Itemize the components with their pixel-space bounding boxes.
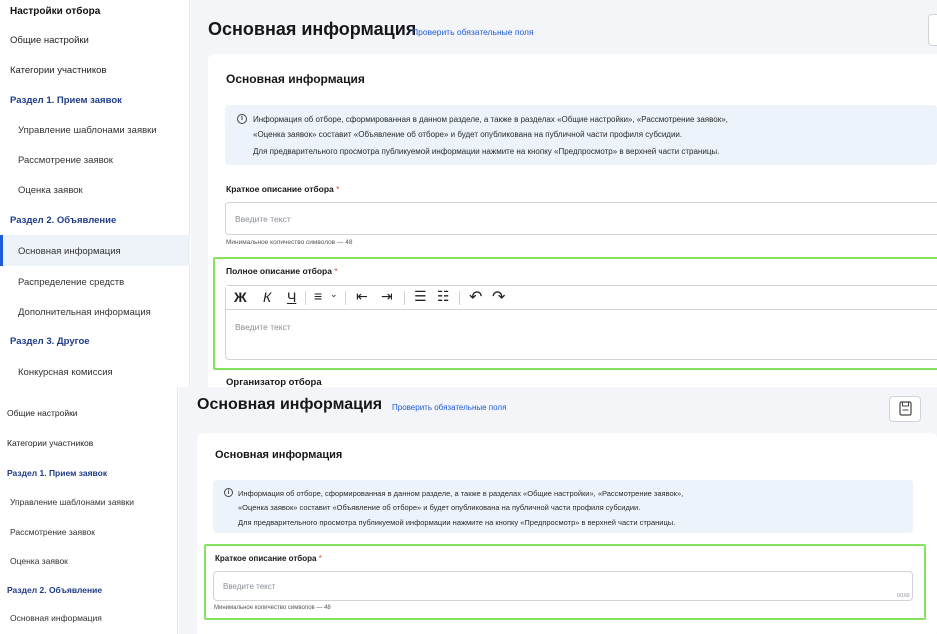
sidebar-item-additional-info[interactable]: Дополнительная информация bbox=[18, 307, 151, 318]
required-mark: * bbox=[336, 184, 340, 194]
save-button[interactable] bbox=[889, 396, 921, 422]
sidebar-item-evaluation[interactable]: Оценка заявок bbox=[18, 185, 83, 196]
bottom-screen: Общие настройки Категории участников Раз… bbox=[0, 387, 937, 634]
short-description-placeholder: Введите текст bbox=[223, 582, 276, 591]
sidebar-item-participant-categories[interactable]: Категории участников bbox=[10, 65, 106, 76]
card-title: Основная информация bbox=[215, 449, 343, 461]
short-description-label-text: Краткое описание отбора bbox=[215, 554, 317, 563]
sidebar-item-review[interactable]: Рассмотрение заявок bbox=[10, 527, 95, 537]
organizer-label: Организатор отбора bbox=[226, 377, 322, 387]
underline-button[interactable]: Ч bbox=[287, 289, 296, 305]
outdent-icon[interactable]: ⇤ bbox=[356, 288, 368, 305]
character-counter: 0/160 bbox=[897, 593, 910, 599]
toolbar-separator bbox=[459, 291, 460, 305]
top-screen: Настройки отбора Общие настройки Категор… bbox=[0, 0, 937, 387]
short-description-input[interactable] bbox=[225, 202, 937, 235]
bullet-list-icon[interactable]: ☰ bbox=[414, 288, 427, 305]
redo-icon[interactable]: ↷ bbox=[492, 287, 505, 307]
short-description-input[interactable] bbox=[213, 571, 913, 601]
sidebar-item-main-info[interactable]: Основная информация bbox=[10, 613, 102, 623]
full-description-label: Полное описание отбора * bbox=[226, 266, 338, 276]
sidebar: Общие настройки Категории участников Раз… bbox=[0, 387, 178, 634]
toolbar-separator bbox=[305, 291, 306, 305]
short-description-label: Краткое описание отбора * bbox=[226, 184, 339, 194]
info-icon: i bbox=[224, 488, 233, 497]
info-text-line-2: «Оценка заявок» составит «Объявление об … bbox=[253, 130, 683, 139]
info-text-line-1: Информация об отборе, сформированная в д… bbox=[238, 489, 684, 498]
toolbar-separator bbox=[404, 291, 405, 305]
undo-icon[interactable]: ↶ bbox=[469, 287, 482, 307]
sidebar-item-fund-distribution[interactable]: Распределение средств bbox=[18, 277, 124, 288]
card-title: Основная информация bbox=[226, 72, 365, 86]
sidebar-item-template-management[interactable]: Управление шаблонами заявки bbox=[18, 125, 157, 136]
sidebar-item-template-management[interactable]: Управление шаблонами заявки bbox=[10, 497, 134, 507]
sidebar-header: Настройки отбора bbox=[10, 6, 101, 17]
sidebar-section-3: Раздел 3. Другое bbox=[10, 336, 90, 347]
toolbar-separator bbox=[345, 291, 346, 305]
full-description-label-text: Полное описание отбора bbox=[226, 266, 332, 276]
sidebar-section-2: Раздел 2. Объявление bbox=[7, 585, 103, 595]
sidebar-item-general-settings[interactable]: Общие настройки bbox=[7, 408, 78, 418]
sidebar-item-review[interactable]: Рассмотрение заявок bbox=[18, 155, 113, 166]
sidebar-section-1: Раздел 1. Прием заявок bbox=[10, 95, 122, 106]
info-text-line-2: «Оценка заявок» составит «Объявление об … bbox=[238, 503, 641, 512]
required-mark: * bbox=[318, 554, 322, 563]
italic-button[interactable]: К bbox=[263, 289, 271, 305]
short-description-hint: Минимальное количество символов — 48 bbox=[226, 239, 353, 246]
sidebar-item-commission[interactable]: Конкурсная комиссия bbox=[18, 367, 113, 378]
info-text-line-3: Для предварительного просмотра публикуем… bbox=[238, 518, 676, 527]
sidebar-item-participant-categories[interactable]: Категории участников bbox=[7, 438, 93, 448]
full-description-placeholder: Введите текст bbox=[235, 322, 291, 332]
short-description-label-text: Краткое описание отбора bbox=[226, 184, 334, 194]
check-required-fields-link[interactable]: Проверить обязательные поля bbox=[392, 403, 506, 412]
align-icon[interactable]: ≡ bbox=[314, 288, 322, 304]
info-text-line-1: Информация об отборе, сформированная в д… bbox=[253, 115, 728, 124]
indent-icon[interactable]: ⇥ bbox=[381, 288, 393, 305]
check-required-fields-link[interactable]: Проверить обязательные поля bbox=[412, 27, 534, 37]
sidebar-item-evaluation[interactable]: Оценка заявок bbox=[10, 556, 68, 566]
info-icon: i bbox=[237, 114, 247, 124]
short-description-placeholder: Введите текст bbox=[235, 214, 291, 224]
info-text-line-3: Для предварительного просмотра публикуем… bbox=[253, 147, 720, 156]
rich-text-toolbar: Ж К Ч ≡ ⌄ ⇤ ⇥ ☰ ☷ ↶ ↷ bbox=[226, 286, 937, 310]
required-mark: * bbox=[334, 266, 338, 276]
chevron-down-icon[interactable]: ⌄ bbox=[330, 289, 338, 300]
short-description-label: Краткое описание отбора * bbox=[215, 554, 322, 563]
save-button[interactable] bbox=[928, 14, 937, 46]
short-description-hint: Минимальное количество символов — 48 bbox=[214, 605, 331, 611]
sidebar-section-1: Раздел 1. Прием заявок bbox=[7, 468, 108, 478]
page-title: Основная информация bbox=[208, 19, 417, 39]
sidebar-section-2: Раздел 2. Объявление bbox=[10, 215, 117, 226]
sidebar-item-main-info[interactable]: Основная информация bbox=[18, 246, 121, 257]
save-icon bbox=[899, 401, 912, 416]
sidebar-item-general-settings[interactable]: Общие настройки bbox=[10, 35, 89, 46]
sidebar: Настройки отбора Общие настройки Категор… bbox=[0, 0, 190, 387]
main-info-card bbox=[197, 433, 937, 634]
numbered-list-icon[interactable]: ☷ bbox=[437, 288, 450, 305]
bold-button[interactable]: Ж bbox=[234, 289, 247, 305]
page-title: Основная информация bbox=[197, 396, 383, 413]
